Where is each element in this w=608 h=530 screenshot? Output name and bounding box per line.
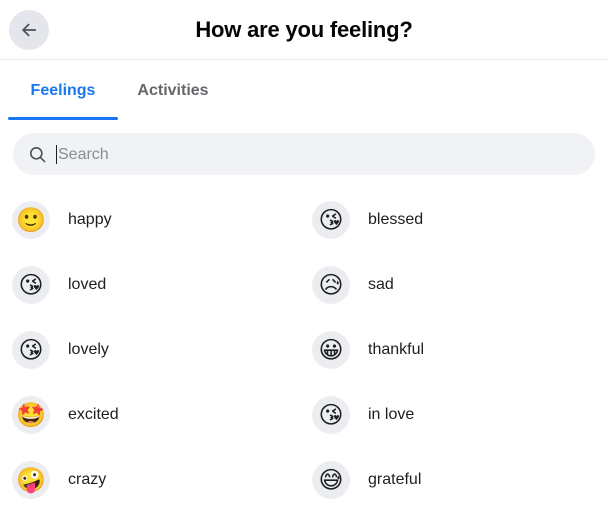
grinning-face-with-sweat-emoji: 😅 xyxy=(312,460,350,499)
feeling-label: happy xyxy=(68,210,112,228)
feeling-label: thankful xyxy=(368,340,425,358)
tab-activities[interactable]: Activities xyxy=(118,82,228,132)
search-placeholder: Search xyxy=(58,145,109,163)
feeling-item-sad[interactable]: 😥 sad xyxy=(304,252,604,317)
tab-feelings[interactable]: Feelings xyxy=(8,82,118,132)
page-header: How are you feeling? xyxy=(0,0,608,60)
feeling-label: crazy xyxy=(68,470,107,488)
text-caret xyxy=(56,144,57,164)
feeling-item-in-love[interactable]: 😘 in love xyxy=(304,382,604,447)
smiling-face-with-halo-emoji: 😘 xyxy=(312,200,350,239)
feeling-label: grateful xyxy=(368,470,422,488)
zany-face-emoji: 🤪 xyxy=(12,460,50,499)
feeling-item-blessed[interactable]: 😘 blessed xyxy=(304,187,604,252)
feeling-label: loved xyxy=(68,275,107,293)
feeling-item-happy[interactable]: 🙂 happy xyxy=(4,187,304,252)
grinning-face-emoji: 😀 xyxy=(312,330,350,369)
slightly-smiling-face-emoji: 🙂 xyxy=(12,200,50,239)
feeling-label: lovely xyxy=(68,340,109,358)
face-blowing-a-kiss-emoji: 😘 xyxy=(312,395,350,434)
feeling-label: excited xyxy=(68,405,119,423)
feeling-item-crazy[interactable]: 🤪 crazy xyxy=(4,447,304,512)
search-section: Search xyxy=(0,133,608,175)
tab-feelings-label: Feelings xyxy=(30,82,96,99)
face-blowing-a-kiss-emoji: 😘 xyxy=(12,330,50,369)
feeling-label: in love xyxy=(368,405,415,423)
arrow-left-icon xyxy=(19,20,39,40)
search-input[interactable]: Search xyxy=(13,133,595,175)
feeling-label: sad xyxy=(368,275,394,293)
feeling-item-excited[interactable]: 🤩 excited xyxy=(4,382,304,447)
page-title: How are you feeling? xyxy=(195,16,413,42)
feeling-item-lovely[interactable]: 😘 lovely xyxy=(4,317,304,382)
feeling-item-thankful[interactable]: 😀 thankful xyxy=(304,317,604,382)
feeling-label: blessed xyxy=(368,210,424,228)
face-blowing-a-kiss-emoji: 😘 xyxy=(12,265,50,304)
tab-activities-label: Activities xyxy=(137,82,209,99)
search-icon xyxy=(27,144,47,164)
back-button[interactable] xyxy=(9,10,49,50)
tab-active-indicator xyxy=(8,117,118,120)
sad-but-relieved-face-emoji: 😥 xyxy=(312,265,350,304)
tab-bar: Feelings Activities xyxy=(0,60,608,133)
feeling-item-grateful[interactable]: 😅 grateful xyxy=(304,447,604,512)
star-struck-emoji: 🤩 xyxy=(12,395,50,434)
feelings-list: 🙂 happy 😘 blessed 😘 loved 😥 sad 😘 lovely 😀 thankful… xyxy=(0,187,608,512)
feeling-item-loved[interactable]: 😘 loved xyxy=(4,252,304,317)
